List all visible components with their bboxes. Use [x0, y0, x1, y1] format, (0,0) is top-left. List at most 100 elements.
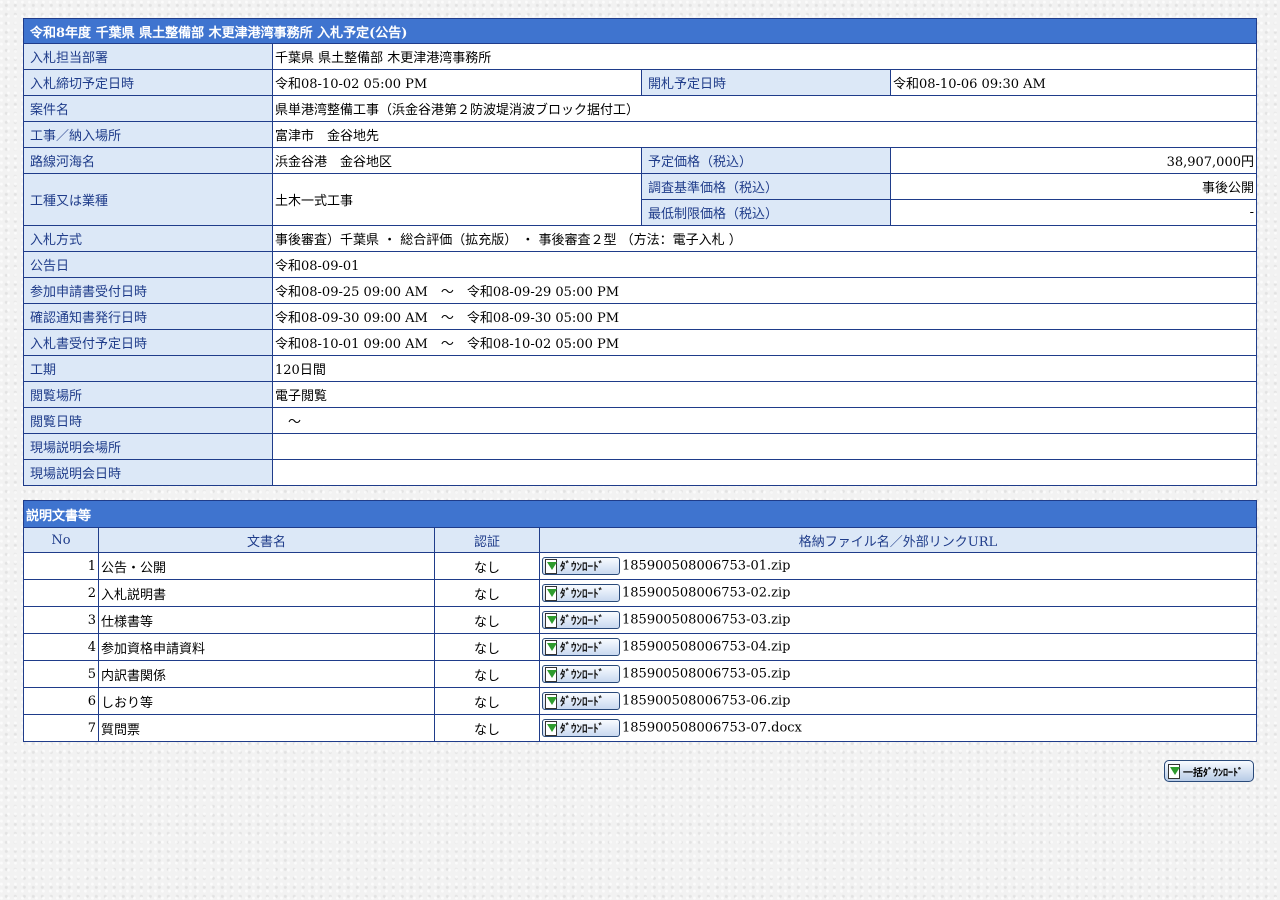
- row-file-cell: ﾀﾞｳﾝﾛｰﾄﾞ 185900508006753-06.zip: [539, 687, 1257, 715]
- download-button[interactable]: ﾀﾞｳﾝﾛｰﾄﾞ: [542, 638, 620, 656]
- case-label: 案件名: [23, 95, 273, 122]
- download-button[interactable]: ﾀﾞｳﾝﾛｰﾄﾞ: [542, 692, 620, 710]
- apply-label: 参加申請書受付日時: [23, 277, 273, 304]
- survey-value: 事後公開: [890, 173, 1257, 200]
- row-file-cell: ﾀﾞｳﾝﾛｰﾄﾞ 185900508006753-05.zip: [539, 660, 1257, 688]
- deadline-value: 令和08-10-02 05:00 PM: [272, 69, 642, 96]
- documents-title: 説明文書等: [23, 500, 1257, 528]
- row-auth: なし: [434, 552, 540, 580]
- row-file-cell: ﾀﾞｳﾝﾛｰﾄﾞ 185900508006753-01.zip: [539, 552, 1257, 580]
- col-docname: 文書名: [98, 527, 435, 553]
- download-label: ﾀﾞｳﾝﾛｰﾄﾞ: [560, 695, 604, 708]
- confirm-value: 令和08-09-30 09:00 AM ～ 令和08-09-30 05:00 P…: [272, 303, 1257, 330]
- download-label: ﾀﾞｳﾝﾛｰﾄﾞ: [560, 641, 604, 654]
- dept-label: 入札担当部署: [23, 43, 273, 70]
- download-button[interactable]: ﾀﾞｳﾝﾛｰﾄﾞ: [542, 611, 620, 629]
- type-value: 土木一式工事: [272, 173, 642, 226]
- download-label: ﾀﾞｳﾝﾛｰﾄﾞ: [560, 560, 604, 573]
- type-label: 工種又は業種: [23, 173, 273, 226]
- opening-value: 令和08-10-06 09:30 AM: [890, 69, 1257, 96]
- row-file-cell: ﾀﾞｳﾝﾛｰﾄﾞ 185900508006753-03.zip: [539, 606, 1257, 634]
- view-place-value: 電子閲覧: [272, 381, 1257, 408]
- row-docname: 公告・公開: [98, 552, 435, 580]
- download-label: ﾀﾞｳﾝﾛｰﾄﾞ: [560, 614, 604, 627]
- notice-label: 公告日: [23, 251, 273, 278]
- method-value: 事後審査）千葉県 ・ 総合評価（拡充版） ・ 事後審査２型 （方法：電子入札 ）: [272, 225, 1257, 252]
- deadline-label: 入札締切予定日時: [23, 69, 273, 96]
- table-row: 1 公告・公開 なし ﾀﾞｳﾝﾛｰﾄﾞ 185900508006753-01.zip: [23, 552, 1257, 580]
- row-no: 6: [23, 687, 99, 715]
- period-label: 工期: [23, 355, 273, 382]
- row-auth: なし: [434, 633, 540, 661]
- table-row: 6 しおり等 なし ﾀﾞｳﾝﾛｰﾄﾞ 185900508006753-06.zip: [23, 687, 1257, 715]
- bulk-download-label: 一括ﾀﾞｳﾝﾛｰﾄﾞ: [1183, 767, 1243, 779]
- price-value: 38,907,000円: [890, 147, 1257, 174]
- route-label: 路線河海名: [23, 147, 273, 174]
- download-button[interactable]: ﾀﾞｳﾝﾛｰﾄﾞ: [542, 557, 620, 575]
- row-auth: なし: [434, 714, 540, 742]
- bid-info-table: 令和8年度 千葉県 県土整備部 木更津港湾事務所 入札予定(公告) 入札担当部署…: [23, 18, 1257, 486]
- row-docname: 参加資格申請資料: [98, 633, 435, 661]
- download-label: ﾀﾞｳﾝﾛｰﾄﾞ: [560, 722, 604, 735]
- table-row: 3 仕様書等 なし ﾀﾞｳﾝﾛｰﾄﾞ 185900508006753-03.zip: [23, 606, 1257, 634]
- row-no: 5: [23, 660, 99, 688]
- min-price-label: 最低制限価格（税込）: [641, 199, 891, 226]
- download-icon: [545, 694, 558, 709]
- bid-receipt-value: 令和08-10-01 09:00 AM ～ 令和08-10-02 05:00 P…: [272, 329, 1257, 356]
- download-icon: [545, 613, 558, 628]
- download-button[interactable]: ﾀﾞｳﾝﾛｰﾄﾞ: [542, 584, 620, 602]
- table-row: 7 質問票 なし ﾀﾞｳﾝﾛｰﾄﾞ 185900508006753-07.docx: [23, 714, 1257, 742]
- row-docname: 内訳書関係: [98, 660, 435, 688]
- row-docname: 質問票: [98, 714, 435, 742]
- download-icon: [545, 721, 558, 736]
- confirm-label: 確認通知書発行日時: [23, 303, 273, 330]
- route-value: 浜金谷港 金谷地区: [272, 147, 642, 174]
- download-label: ﾀﾞｳﾝﾛｰﾄﾞ: [560, 668, 604, 681]
- col-auth: 認証: [434, 527, 540, 553]
- download-button[interactable]: ﾀﾞｳﾝﾛｰﾄﾞ: [542, 719, 620, 737]
- download-icon: [545, 559, 558, 574]
- site-place-value: [272, 433, 1257, 460]
- survey-label: 調査基準価格（税込）: [641, 173, 891, 200]
- row-no: 4: [23, 633, 99, 661]
- site-place-label: 現場説明会場所: [23, 433, 273, 460]
- notice-value: 令和08-09-01: [272, 251, 1257, 278]
- apply-value: 令和08-09-25 09:00 AM ～ 令和08-09-29 05:00 P…: [272, 277, 1257, 304]
- table-row: 2 入札説明書 なし ﾀﾞｳﾝﾛｰﾄﾞ 185900508006753-02.zip: [23, 579, 1257, 607]
- row-auth: なし: [434, 687, 540, 715]
- download-button[interactable]: ﾀﾞｳﾝﾛｰﾄﾞ: [542, 665, 620, 683]
- row-file-cell: ﾀﾞｳﾝﾛｰﾄﾞ 185900508006753-07.docx: [539, 714, 1257, 742]
- row-no: 3: [23, 606, 99, 634]
- file-name: 185900508006753-04.zip: [622, 639, 791, 655]
- price-label: 予定価格（税込）: [641, 147, 891, 174]
- download-icon: [545, 667, 558, 682]
- period-value: 120日間: [272, 355, 1257, 382]
- site-date-value: [272, 459, 1257, 486]
- min-price-value: -: [890, 199, 1257, 226]
- row-auth: なし: [434, 660, 540, 688]
- download-icon: [545, 640, 558, 655]
- download-icon: [545, 586, 558, 601]
- row-no: 7: [23, 714, 99, 742]
- table-row: 5 内訳書関係 なし ﾀﾞｳﾝﾛｰﾄﾞ 185900508006753-05.zip: [23, 660, 1257, 688]
- file-name: 185900508006753-02.zip: [622, 585, 791, 601]
- row-docname: しおり等: [98, 687, 435, 715]
- page-title: 令和8年度 千葉県 県土整備部 木更津港湾事務所 入札予定(公告): [23, 18, 1257, 44]
- view-date-label: 閲覧日時: [23, 407, 273, 434]
- dept-value: 千葉県 県土整備部 木更津港湾事務所: [272, 43, 1257, 70]
- row-no: 2: [23, 579, 99, 607]
- bulk-download-button[interactable]: 一括ﾀﾞｳﾝﾛｰﾄﾞ: [1164, 760, 1254, 782]
- file-name: 185900508006753-07.docx: [622, 720, 802, 736]
- view-place-label: 閲覧場所: [23, 381, 273, 408]
- table-row: 4 参加資格申請資料 なし ﾀﾞｳﾝﾛｰﾄﾞ 185900508006753-04.zi…: [23, 633, 1257, 661]
- place-value: 富津市 金谷地先: [272, 121, 1257, 148]
- place-label: 工事／納入場所: [23, 121, 273, 148]
- file-name: 185900508006753-01.zip: [622, 558, 791, 574]
- row-docname: 入札説明書: [98, 579, 435, 607]
- download-icon: [1168, 764, 1181, 779]
- row-no: 1: [23, 552, 99, 580]
- row-auth: なし: [434, 579, 540, 607]
- row-file-cell: ﾀﾞｳﾝﾛｰﾄﾞ 185900508006753-04.zip: [539, 633, 1257, 661]
- case-value: 県単港湾整備工事（浜金谷港第２防波堤消波ブロック据付工）: [272, 95, 1257, 122]
- file-name: 185900508006753-03.zip: [622, 612, 791, 628]
